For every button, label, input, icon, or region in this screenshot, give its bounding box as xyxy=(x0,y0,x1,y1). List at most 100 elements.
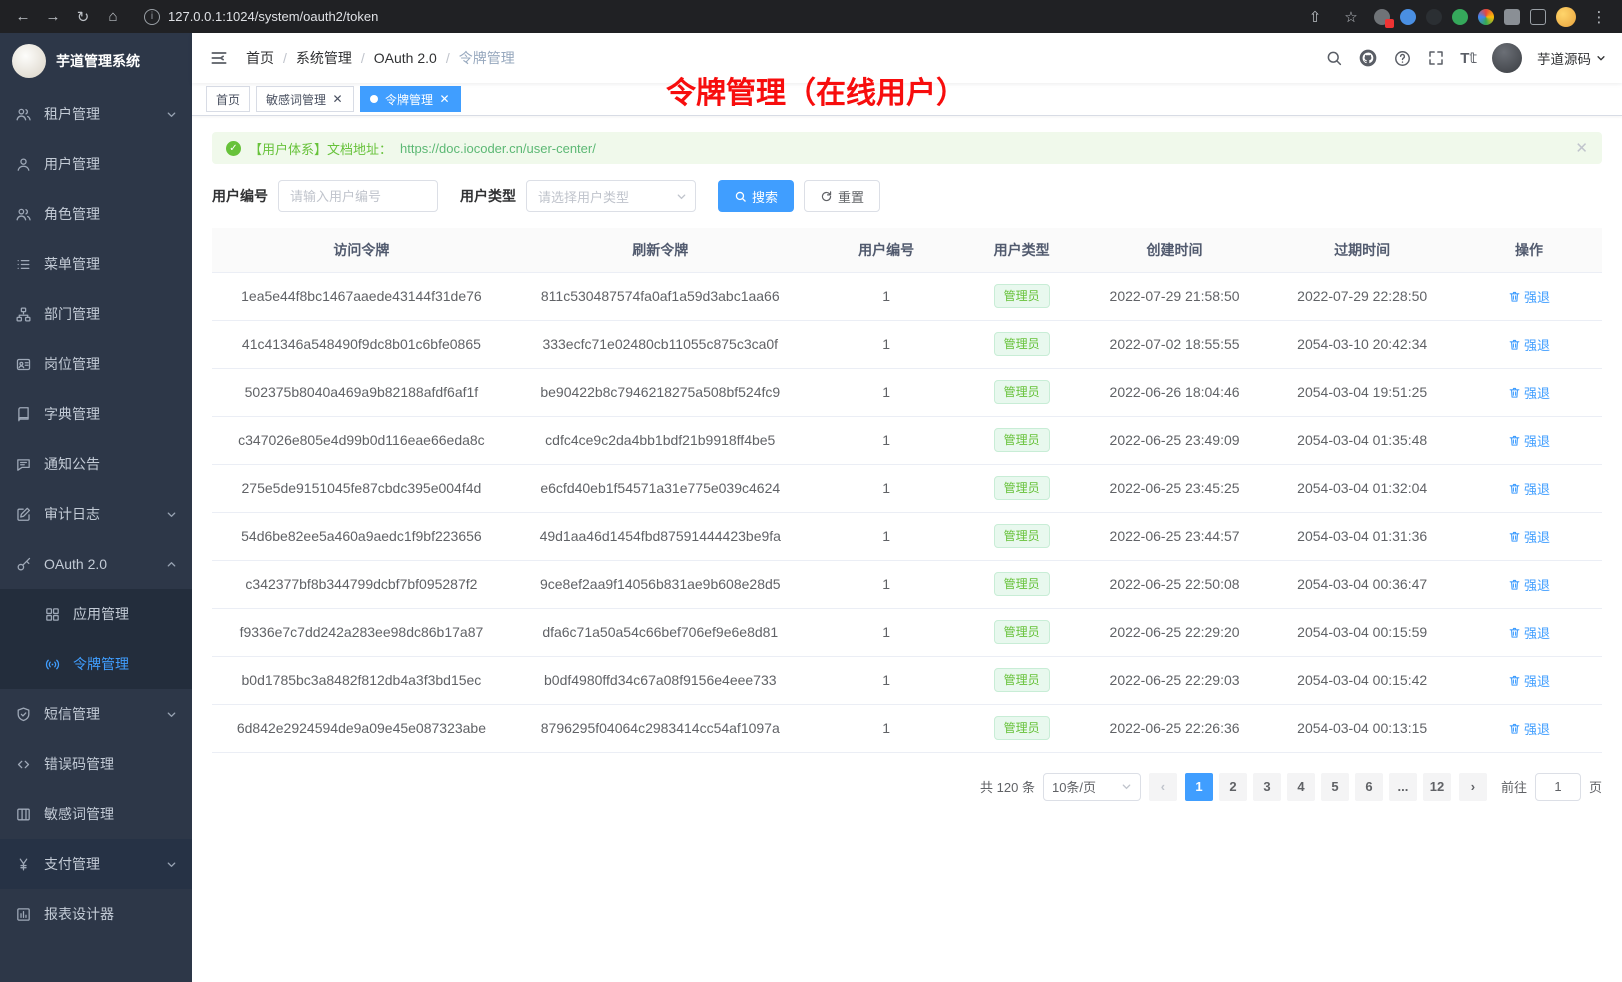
force-logout-button[interactable]: 强退 xyxy=(1508,479,1550,498)
extension-dark-icon[interactable] xyxy=(1426,9,1442,25)
sidebar-item-report[interactable]: 报表设计器 xyxy=(0,889,192,939)
expire-time-cell: 2054-03-04 01:31:36 xyxy=(1268,512,1456,560)
page-button-12[interactable]: 12 xyxy=(1423,773,1451,801)
table-header-row: 访问令牌刷新令牌用户编号用户类型创建时间过期时间操作 xyxy=(212,228,1602,272)
alert-close-icon[interactable]: ✕ xyxy=(1575,139,1588,157)
force-logout-button[interactable]: 强退 xyxy=(1508,719,1550,738)
user-menu[interactable]: 芋道源码 xyxy=(1537,48,1606,68)
bookmark-star-icon[interactable]: ☆ xyxy=(1338,4,1364,30)
force-logout-button[interactable]: 强退 xyxy=(1508,383,1550,402)
force-logout-button[interactable]: 强退 xyxy=(1508,335,1550,354)
app-logo[interactable]: 芋道管理系统 xyxy=(0,33,192,89)
collapse-sidebar-icon[interactable] xyxy=(208,47,230,69)
puzzle-icon[interactable] xyxy=(1504,9,1520,25)
breadcrumb-separator: / xyxy=(283,50,287,66)
tab-home[interactable]: 首页 xyxy=(206,86,250,112)
tab-token[interactable]: 令牌管理✕ xyxy=(360,86,461,112)
breadcrumb-item[interactable]: 首页 xyxy=(246,48,274,68)
sidebar-item-post[interactable]: 岗位管理 xyxy=(0,339,192,389)
user-id-cell: 1 xyxy=(810,512,963,560)
expire-time-cell: 2054-03-04 00:15:42 xyxy=(1268,656,1456,704)
sidebar-item-oauth2-app[interactable]: 应用管理 xyxy=(0,589,192,639)
sidebar-item-user[interactable]: 用户管理 xyxy=(0,139,192,189)
force-logout-button[interactable]: 强退 xyxy=(1508,287,1550,306)
dept-icon xyxy=(15,306,32,323)
breadcrumb-item[interactable]: OAuth 2.0 xyxy=(374,50,437,66)
chevron-down-icon xyxy=(1596,53,1606,63)
reload-icon[interactable]: ↻ xyxy=(70,4,96,30)
tab-close-icon[interactable]: ✕ xyxy=(331,93,344,106)
page-button-6[interactable]: 6 xyxy=(1355,773,1383,801)
force-logout-button[interactable]: 强退 xyxy=(1508,575,1550,594)
table-row: b0d1785bc3a8482f812db4a3f3bd15ecb0df4980… xyxy=(212,656,1602,704)
profile-avatar[interactable] xyxy=(1556,7,1576,27)
page-button-4[interactable]: 4 xyxy=(1287,773,1315,801)
share-icon[interactable]: ⇧ xyxy=(1302,4,1328,30)
access-token-cell: c347026e805e4d99b0d116eae66eda8c xyxy=(212,416,511,464)
sidebar-item-error-code[interactable]: 错误码管理 xyxy=(0,739,192,789)
home-icon[interactable]: ⌂ xyxy=(100,4,126,30)
sidebar-item-notice[interactable]: 通知公告 xyxy=(0,439,192,489)
refresh-token-cell: 8796295f04064c2983414cc54af1097a xyxy=(511,704,810,752)
pager-ellipsis-button[interactable]: ... xyxy=(1389,773,1417,801)
sidebar-item-sms[interactable]: 短信管理 xyxy=(0,689,192,739)
reset-button[interactable]: 重置 xyxy=(804,180,880,212)
page-button-1[interactable]: 1 xyxy=(1185,773,1213,801)
sidebar-item-menu[interactable]: 菜单管理 xyxy=(0,239,192,289)
address-bar[interactable]: i 127.0.0.1:1024/system/oauth2/token xyxy=(130,9,1298,25)
sensitive-icon xyxy=(15,806,32,823)
user-id-input[interactable] xyxy=(278,180,438,212)
extension-color-icon[interactable] xyxy=(1478,9,1494,25)
next-page-button[interactable]: › xyxy=(1459,773,1487,801)
alert-text: 【用户体系】文档地址： xyxy=(249,139,392,158)
user-avatar[interactable] xyxy=(1492,43,1522,73)
prev-page-button[interactable]: ‹ xyxy=(1149,773,1177,801)
user-type-select[interactable]: 请选择用户类型 xyxy=(526,180,696,212)
sidebar-item-oauth2-token[interactable]: 令牌管理 xyxy=(0,639,192,689)
extension-badged-icon[interactable] xyxy=(1374,9,1390,25)
total-count: 共 120 条 xyxy=(980,777,1035,796)
forward-icon[interactable]: → xyxy=(40,4,66,30)
user-type-badge: 管理员 xyxy=(994,284,1050,308)
column-header: 访问令牌 xyxy=(212,228,511,272)
breadcrumb-item[interactable]: 系统管理 xyxy=(296,48,352,68)
extension-blue-icon[interactable] xyxy=(1400,9,1416,25)
github-icon[interactable] xyxy=(1358,48,1378,68)
url-text[interactable]: 127.0.0.1:1024/system/oauth2/token xyxy=(168,9,378,24)
page-button-3[interactable]: 3 xyxy=(1253,773,1281,801)
alert-doc-link[interactable]: https://doc.iocoder.cn/user-center/ xyxy=(400,141,596,156)
help-icon[interactable] xyxy=(1393,49,1412,68)
extension-green-icon[interactable] xyxy=(1452,9,1468,25)
force-logout-button[interactable]: 强退 xyxy=(1508,431,1550,450)
sidebar-item-pay[interactable]: 支付管理 xyxy=(0,839,192,889)
page-button-5[interactable]: 5 xyxy=(1321,773,1349,801)
sidebar-item-sensitive-word[interactable]: 敏感词管理 xyxy=(0,789,192,839)
back-icon[interactable]: ← xyxy=(10,4,36,30)
force-logout-button[interactable]: 强退 xyxy=(1508,623,1550,642)
sidebar-item-audit-log[interactable]: 审计日志 xyxy=(0,489,192,539)
force-logout-button[interactable]: 强退 xyxy=(1508,527,1550,546)
sidebar-item-oauth2[interactable]: OAuth 2.0 xyxy=(0,539,192,589)
user-id-cell: 1 xyxy=(810,368,963,416)
side-panel-icon[interactable] xyxy=(1530,9,1546,25)
created-time-cell: 2022-06-25 23:45:25 xyxy=(1081,464,1269,512)
sidebar-item-tenant[interactable]: 租户管理 xyxy=(0,89,192,139)
tab-close-icon[interactable]: ✕ xyxy=(438,93,451,106)
sidebar-item-dept[interactable]: 部门管理 xyxy=(0,289,192,339)
browser-menu-icon[interactable]: ⋮ xyxy=(1586,4,1612,30)
fullscreen-icon[interactable] xyxy=(1427,49,1445,67)
token-table: 访问令牌刷新令牌用户编号用户类型创建时间过期时间操作 1ea5e44f8bc14… xyxy=(212,228,1602,753)
user-id-cell: 1 xyxy=(810,416,963,464)
tab-sensitive-word[interactable]: 敏感词管理✕ xyxy=(256,86,354,112)
sidebar-item-role[interactable]: 角色管理 xyxy=(0,189,192,239)
page-button-2[interactable]: 2 xyxy=(1219,773,1247,801)
search-icon[interactable] xyxy=(1325,49,1343,67)
force-logout-button[interactable]: 强退 xyxy=(1508,671,1550,690)
audit-icon xyxy=(15,506,32,523)
goto-page-input[interactable] xyxy=(1535,773,1581,801)
sidebar-item-dict[interactable]: 字典管理 xyxy=(0,389,192,439)
font-size-icon[interactable]: T𝕥 xyxy=(1460,49,1477,67)
search-button[interactable]: 搜索 xyxy=(718,180,794,212)
info-icon[interactable]: i xyxy=(144,9,160,25)
page-size-select[interactable]: 10条/页 xyxy=(1043,773,1141,801)
